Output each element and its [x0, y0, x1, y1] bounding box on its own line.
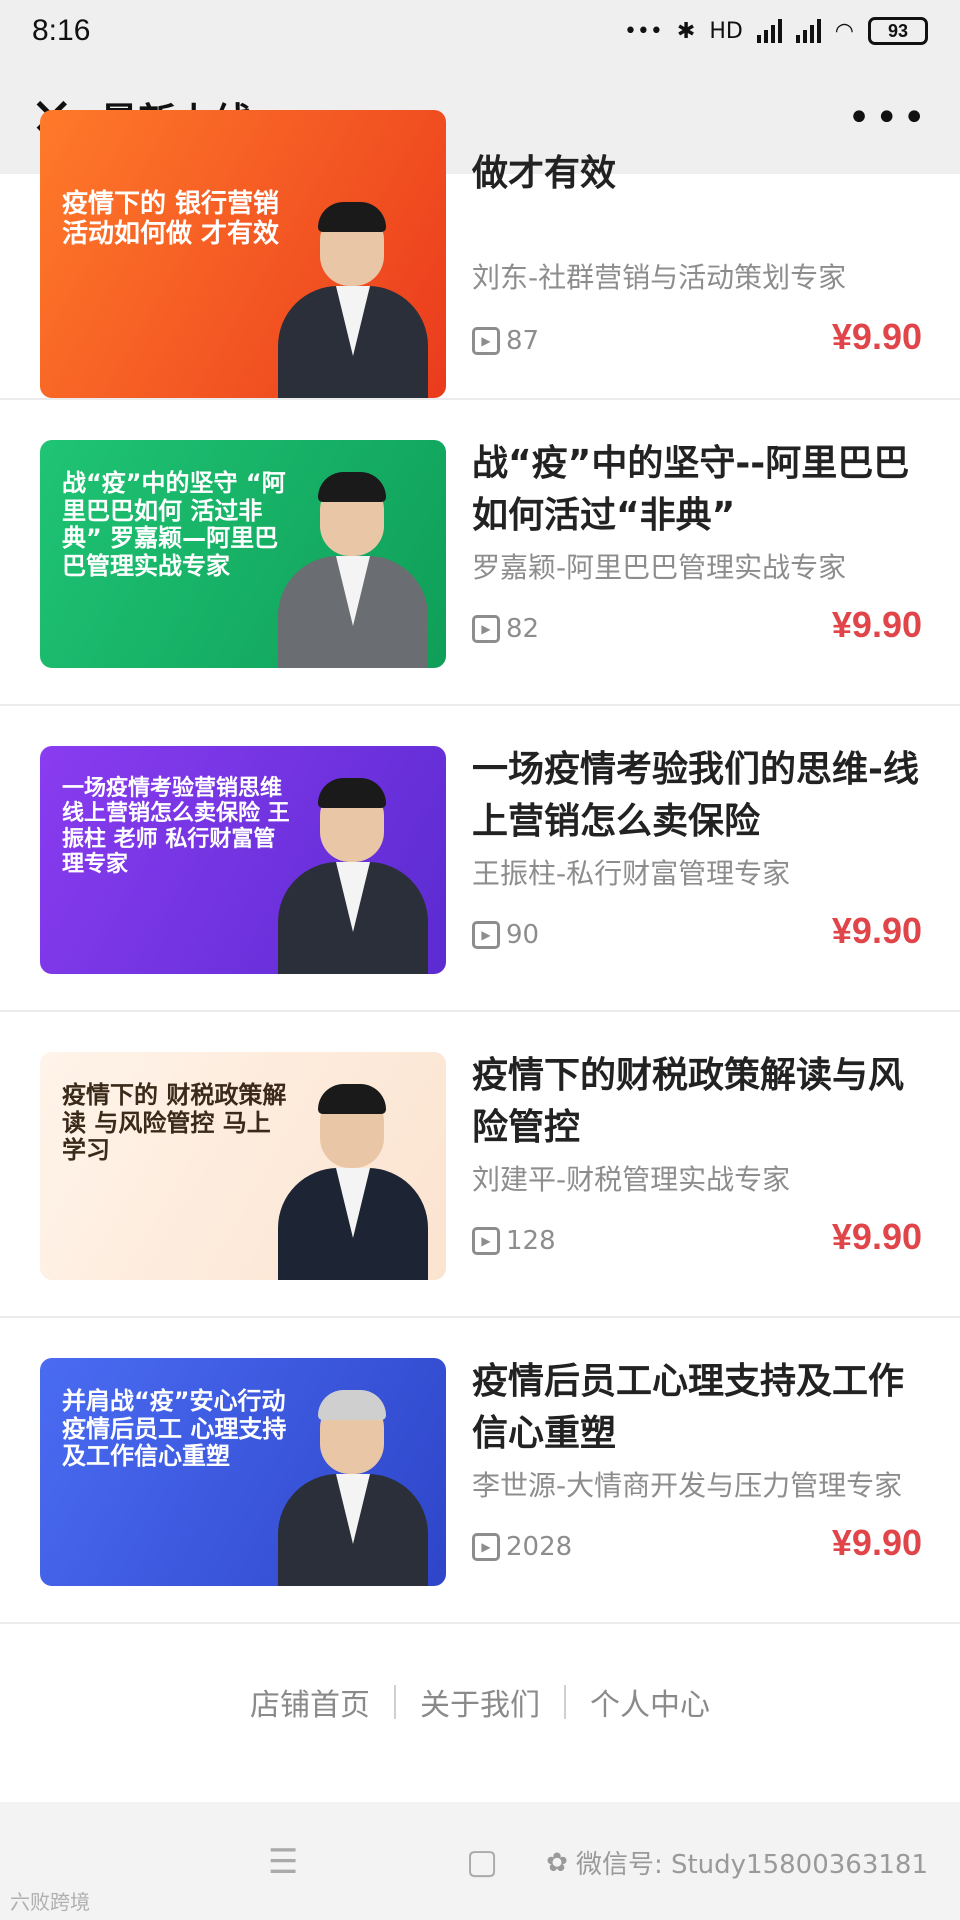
- course-title[interactable]: 一场疫情考验我们的思维-线上营销怎么卖保险: [472, 744, 922, 848]
- course-price: ¥9.90: [831, 1522, 922, 1563]
- course-author: 刘建平-财税管理实战专家: [472, 1163, 791, 1196]
- play-count-value: 82: [506, 614, 540, 644]
- footer-divider: [564, 1685, 566, 1719]
- course-price: ¥9.90: [831, 604, 922, 645]
- status-bar: 8:16 ••• ✱ HD ◠ 93: [0, 0, 960, 62]
- presenter-photo: [278, 1386, 428, 1586]
- presenter-photo: [278, 198, 428, 398]
- thumbnail-text: 疫情下的 财税政策解读 与风险管控 马上学习: [62, 1081, 287, 1165]
- watermark-text: 微信号: Study15800363181: [575, 1850, 928, 1880]
- course-title[interactable]: 疫情后员工心理支持及工作信心重塑: [472, 1356, 922, 1460]
- play-count: ▶ 90: [472, 920, 539, 950]
- thumbnail-text: 战“疫”中的坚守 “阿里巴巴如何 活过非典” 罗嘉颖—阿里巴巴管理实战专家: [62, 469, 286, 580]
- signal-icon-2: [795, 19, 821, 43]
- course-thumbnail: 疫情下的 银行营销活动如何做 才有效: [40, 110, 446, 398]
- course-price: ¥9.90: [831, 910, 922, 951]
- signal-icon: [756, 19, 782, 43]
- course-item[interactable]: 战“疫”中的坚守 “阿里巴巴如何 活过非典” 罗嘉颖—阿里巴巴管理实战专家 战“…: [0, 400, 960, 706]
- course-title[interactable]: 战“疫”中的坚守--阿里巴巴如何活过“非典”: [472, 438, 922, 542]
- menu-icon[interactable]: ☰: [268, 1842, 298, 1882]
- bluetooth-icon: ✱: [676, 18, 696, 44]
- course-item[interactable]: 疫情下的 财税政策解读 与风险管控 马上学习 疫情下的财税政策解读与风险管控 刘…: [0, 1012, 960, 1318]
- footer-link-store-home[interactable]: 店铺首页: [250, 1680, 370, 1724]
- play-count: ▶ 87: [472, 326, 539, 356]
- status-time: 8:16: [32, 14, 91, 47]
- battery-icon: 93: [868, 17, 928, 45]
- course-author: 王振柱-私行财富管理专家: [472, 857, 791, 890]
- play-count-value: 87: [506, 326, 540, 356]
- course-item[interactable]: 并肩战“疫”安心行动 疫情后员工 心理支持 及工作信心重塑 疫情后员工心理支持及…: [0, 1318, 960, 1624]
- play-count-value: 2028: [506, 1532, 573, 1562]
- more-icon[interactable]: •••: [847, 95, 930, 141]
- course-thumbnail: 并肩战“疫”安心行动 疫情后员工 心理支持 及工作信心重塑: [40, 1358, 446, 1586]
- course-thumbnail: 战“疫”中的坚守 “阿里巴巴如何 活过非典” 罗嘉颖—阿里巴巴管理实战专家: [40, 440, 446, 668]
- play-icon: ▶: [472, 1227, 500, 1255]
- play-icon: ▶: [472, 327, 500, 355]
- thumbnail-text: 疫情下的 银行营销活动如何做 才有效: [62, 189, 280, 249]
- footer-divider: [394, 1685, 396, 1719]
- course-price: ¥9.90: [831, 316, 922, 357]
- course-author: 李世源-大情商开发与压力管理专家: [472, 1469, 903, 1502]
- course-price: ¥9.90: [831, 1216, 922, 1257]
- footer-links: 店铺首页 关于我们 个人中心: [0, 1672, 960, 1732]
- thumbnail-text: 一场疫情考验营销思维 线上营销怎么卖保险 王振柱 老师 私行财富管理专家: [62, 776, 290, 877]
- play-count-value: 90: [506, 920, 540, 950]
- system-nav-bar: ☰ ▢ ✿ 微信号: Study15800363181 六败跨境: [0, 1802, 960, 1920]
- play-icon: ▶: [472, 615, 500, 643]
- course-thumbnail: 疫情下的 财税政策解读 与风险管控 马上学习: [40, 1052, 446, 1280]
- presenter-photo: [278, 1080, 428, 1280]
- course-item[interactable]: 一场疫情考验营销思维 线上营销怎么卖保险 王振柱 老师 私行财富管理专家 一场疫…: [0, 706, 960, 1012]
- course-title[interactable]: 做才有效: [472, 148, 922, 200]
- course-author: 罗嘉颖-阿里巴巴管理实战专家: [472, 551, 847, 584]
- dots-icon: •••: [623, 18, 663, 44]
- play-count: ▶ 2028: [472, 1532, 572, 1562]
- wechat-icon: ✿: [546, 1847, 568, 1878]
- course-author: 刘东-社群营销与活动策划专家: [472, 261, 847, 294]
- play-icon: ▶: [472, 1533, 500, 1561]
- course-item[interactable]: 疫情下的 银行营销活动如何做 才有效 做才有效 刘东-社群营销与活动策划专家 ▶…: [0, 110, 960, 400]
- hd-label: HD: [709, 18, 743, 44]
- play-count: ▶ 128: [472, 1226, 556, 1256]
- watermark: ✿ 微信号: Study15800363181: [546, 1844, 928, 1881]
- presenter-photo: [278, 774, 428, 974]
- wifi-icon: ◠: [834, 18, 854, 44]
- status-icons: ••• ✱ HD ◠ 93: [624, 17, 928, 45]
- play-count: ▶ 82: [472, 614, 539, 644]
- course-title[interactable]: 疫情下的财税政策解读与风险管控: [472, 1050, 922, 1154]
- watermark-left: 六败跨境: [10, 1890, 90, 1914]
- footer-link-about-us[interactable]: 关于我们: [420, 1680, 540, 1724]
- presenter-photo: [278, 468, 428, 668]
- course-thumbnail: 一场疫情考验营销思维 线上营销怎么卖保险 王振柱 老师 私行财富管理专家: [40, 746, 446, 974]
- home-icon[interactable]: ▢: [466, 1842, 498, 1882]
- play-count-value: 128: [506, 1226, 556, 1256]
- footer-link-personal-center[interactable]: 个人中心: [590, 1680, 710, 1724]
- play-icon: ▶: [472, 921, 500, 949]
- thumbnail-text: 并肩战“疫”安心行动 疫情后员工 心理支持 及工作信心重塑: [62, 1387, 287, 1471]
